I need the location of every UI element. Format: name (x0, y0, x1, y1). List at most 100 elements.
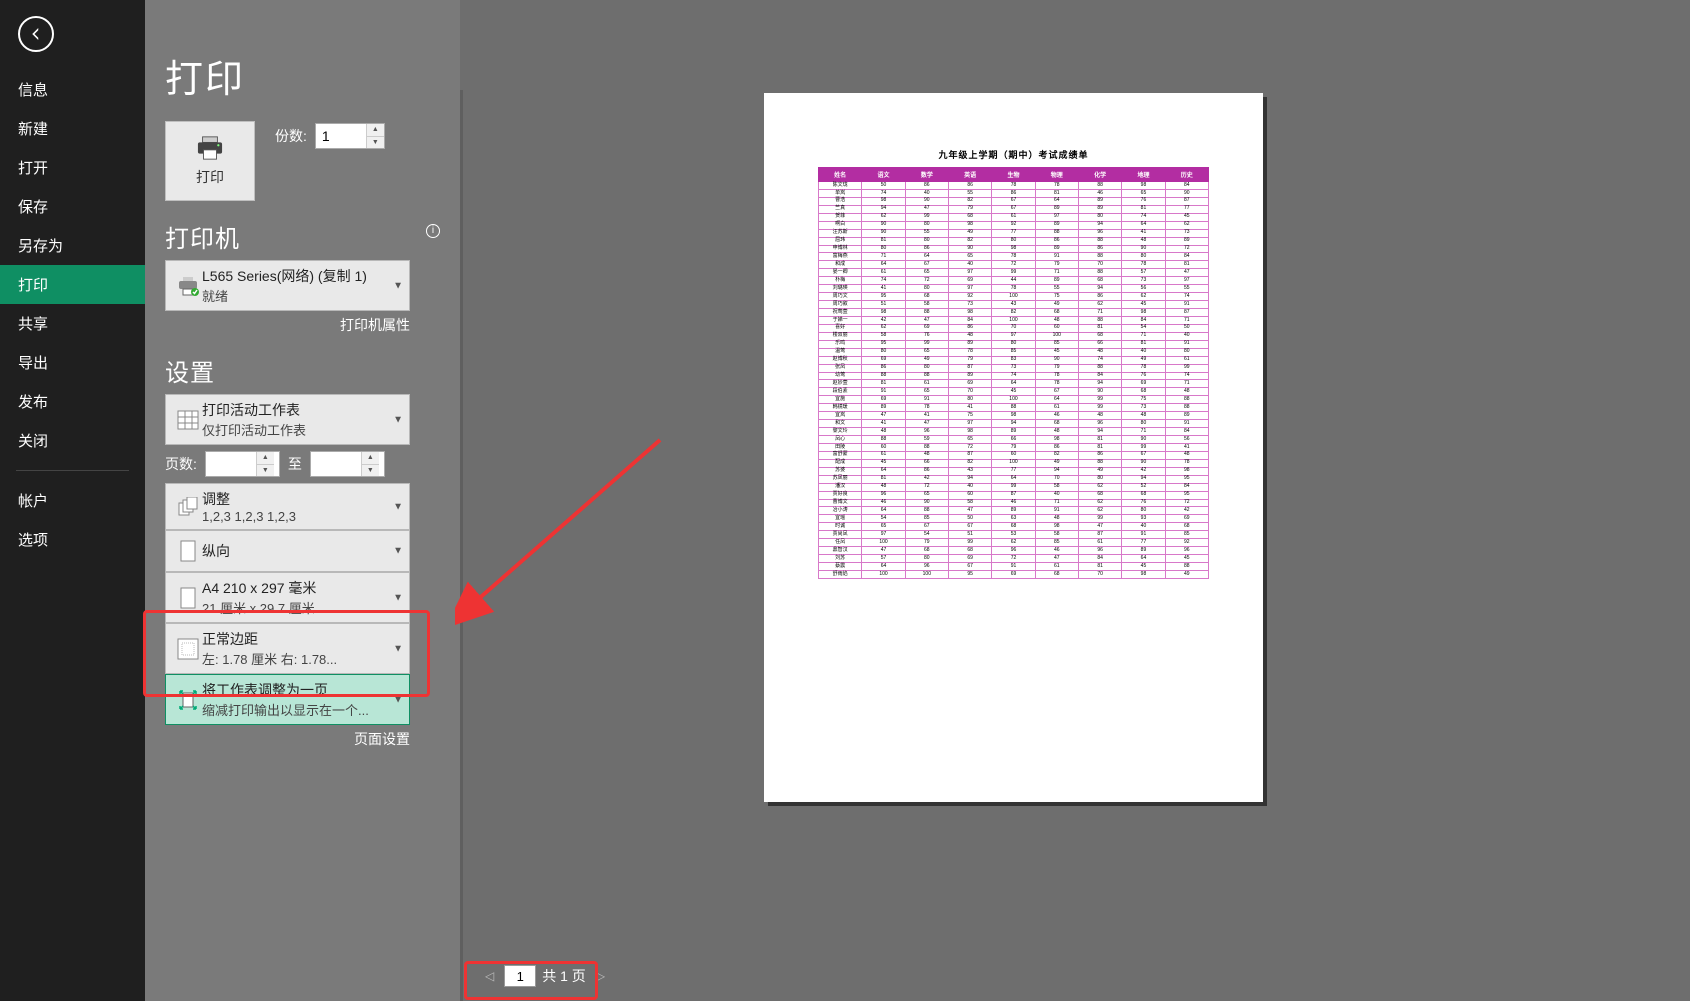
table-cell: 90 (1122, 459, 1165, 467)
table-row: 宜施69918010064997588 (819, 396, 1209, 404)
table-row: 段伯素9165704567906848 (819, 388, 1209, 396)
copies-up[interactable]: ▲ (367, 124, 384, 137)
table-cell: 啊白 (819, 221, 862, 229)
sidebar-item-options[interactable]: 选项 (0, 520, 145, 559)
table-cell: 96 (1165, 547, 1208, 555)
next-page-button[interactable]: ▷ (592, 969, 609, 983)
table-cell: 45 (862, 459, 905, 467)
table-cell: 苏婆 (819, 467, 862, 475)
sidebar-item-new[interactable]: 新建 (0, 109, 145, 148)
table-row: 温莺8065788545484080 (819, 348, 1209, 356)
table-cell: 99 (1122, 443, 1165, 451)
pages-to-up[interactable]: ▲ (362, 452, 379, 465)
table-cell: 98 (1165, 467, 1208, 475)
printer-selector[interactable]: L565 Series(网络) (复制 1) 就绪 ▼ (165, 260, 410, 311)
copies-down[interactable]: ▼ (367, 137, 384, 149)
table-cell: 64 (905, 253, 948, 261)
print-button[interactable]: 打印 (165, 121, 255, 201)
pages-from-up[interactable]: ▲ (257, 452, 274, 465)
printer-properties-link[interactable]: 打印机属性 (165, 315, 410, 335)
table-cell: 81 (1078, 436, 1121, 444)
table-header: 英语 (948, 168, 991, 182)
prev-page-button[interactable]: ◁ (481, 969, 498, 983)
page-setup-link[interactable]: 页面设置 (165, 729, 410, 749)
pages-from-down[interactable]: ▼ (257, 465, 274, 477)
table-cell: 69 (948, 555, 991, 563)
printer-info-icon[interactable]: i (426, 224, 440, 238)
table-cell: 46 (1035, 547, 1078, 555)
orientation-selector[interactable]: 纵向 ▼ (165, 530, 410, 572)
current-page-input[interactable] (504, 965, 536, 987)
table-row: 刘璐瑛4180977855945655 (819, 285, 1209, 293)
table-cell: 98 (948, 309, 991, 317)
sidebar-item-export[interactable]: 导出 (0, 343, 145, 382)
table-cell: 42 (1165, 507, 1208, 515)
table-cell: 100 (992, 293, 1035, 301)
margins-selector[interactable]: 正常边距 左: 1.78 厘米 右: 1.78... ▼ (165, 623, 410, 674)
table-cell: 宜岚 (819, 412, 862, 420)
table-cell: 47 (1035, 555, 1078, 563)
sidebar-item-open[interactable]: 打开 (0, 148, 145, 187)
preview-page: 九年级上学期（期中）考试成绩单 姓名语文数学英语生物物理化学地理历史 陈文珑50… (764, 93, 1263, 802)
table-cell: 鼎智汉 (819, 547, 862, 555)
sidebar-item-share[interactable]: 共享 (0, 304, 145, 343)
pages-to-down[interactable]: ▼ (362, 465, 379, 477)
table-cell: 42 (905, 475, 948, 483)
table-cell: 60 (992, 451, 1035, 459)
table-row: 张凤8680877379887899 (819, 364, 1209, 372)
table-cell: 82 (948, 237, 991, 245)
pages-to-spinner[interactable]: ▲▼ (310, 451, 385, 477)
table-cell: 96 (992, 547, 1035, 555)
sidebar-item-account[interactable]: 帐户 (0, 481, 145, 520)
collate-selector[interactable]: 调整 1,2,3 1,2,3 1,2,3 ▼ (165, 483, 410, 530)
pages-to-input[interactable] (311, 452, 361, 476)
table-cell: 56 (1122, 285, 1165, 293)
pages-from-spinner[interactable]: ▲▼ (205, 451, 280, 477)
table-row: 配成45668210049889078 (819, 459, 1209, 467)
table-cell: 62 (1122, 293, 1165, 301)
table-row: 于娣一42478410048888471 (819, 316, 1209, 324)
table-cell: 98 (992, 245, 1035, 253)
table-cell: 40 (1122, 348, 1165, 356)
table-cell: 97 (948, 285, 991, 293)
table-cell: 68 (1165, 523, 1208, 531)
sidebar-item-publish[interactable]: 发布 (0, 382, 145, 421)
sidebar-item-print[interactable]: 打印 (0, 265, 145, 304)
table-cell: 99 (1078, 396, 1121, 404)
table-cell: 94 (862, 205, 905, 213)
table-cell: 赵博秋 (819, 356, 862, 364)
table-cell: 贺菲 (819, 213, 862, 221)
table-cell: 97 (992, 332, 1035, 340)
chevron-down-icon: ▼ (393, 414, 403, 425)
table-row: 啊白9080989289946462 (819, 221, 1209, 229)
sidebar-item-save[interactable]: 保存 (0, 187, 145, 226)
table-row: 富舒蒙6148876082866748 (819, 451, 1209, 459)
scaling-selector[interactable]: 将工作表调整为一页 缩减打印输出以显示在一个... ▼ (165, 674, 410, 725)
table-header: 生物 (992, 168, 1035, 182)
table-cell: 87 (948, 451, 991, 459)
table-cell: 49 (1035, 459, 1078, 467)
table-cell: 79 (992, 443, 1035, 451)
table-row: 贾好良9665608740686895 (819, 491, 1209, 499)
sidebar-item-saveas[interactable]: 另存为 (0, 226, 145, 265)
table-cell: 晏一卿 (819, 269, 862, 277)
table-cell: 78 (905, 404, 948, 412)
table-cell: 81 (862, 237, 905, 245)
table-cell: 98 (1122, 309, 1165, 317)
table-header: 语文 (862, 168, 905, 182)
copies-input[interactable] (316, 124, 366, 148)
table-cell: 91 (1122, 531, 1165, 539)
sidebar-item-info[interactable]: 信息 (0, 70, 145, 109)
paper-size-selector[interactable]: A4 210 x 297 毫米 21 厘米 x 29.7 厘米 ▼ (165, 572, 410, 623)
paper-line2: 21 厘米 x 29.7 厘米 (202, 598, 401, 617)
copies-spinner[interactable]: ▲▼ (315, 123, 385, 149)
back-button[interactable] (18, 16, 54, 52)
table-cell: 68 (1035, 420, 1078, 428)
table-cell: 冶小涛 (819, 507, 862, 515)
pages-from-input[interactable] (206, 452, 256, 476)
sidebar-item-close[interactable]: 关闭 (0, 421, 145, 460)
table-cell: 81 (862, 380, 905, 388)
print-what-selector[interactable]: 打印活动工作表 仅打印活动工作表 ▼ (165, 394, 410, 445)
table-cell: 71 (862, 253, 905, 261)
table-cell: 86 (948, 182, 991, 190)
